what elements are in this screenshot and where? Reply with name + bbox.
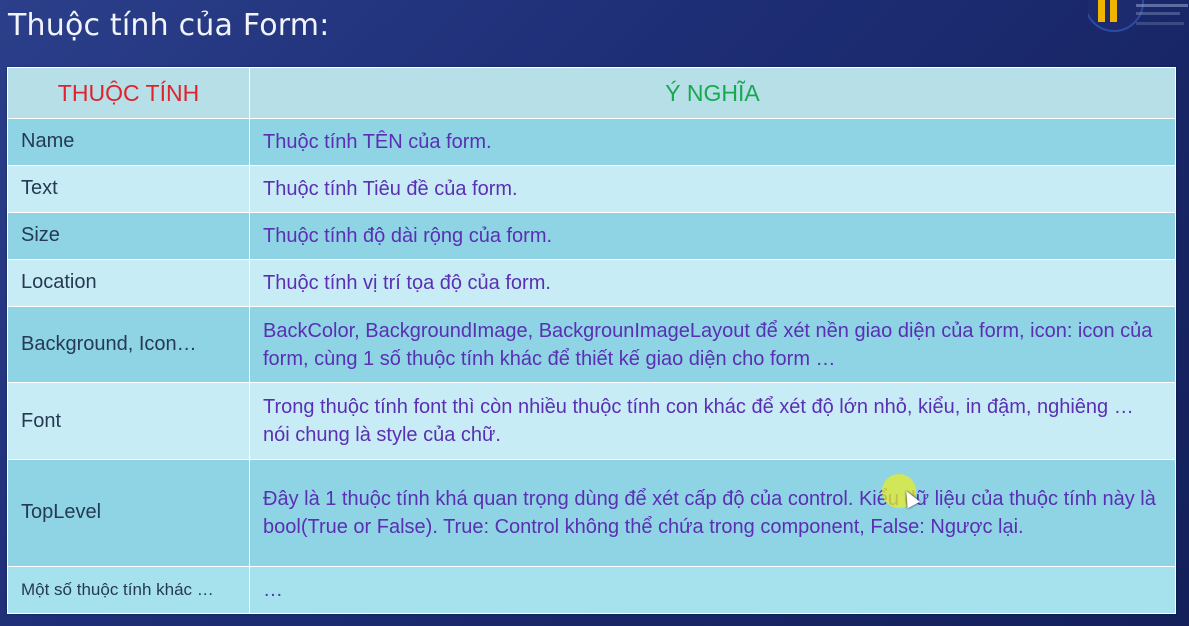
meaning-cell: Thuộc tính độ dài rộng của form.	[249, 211, 1176, 260]
table-row: Font Trong thuộc tính font thì còn nhiều…	[7, 382, 1176, 460]
property-cell: Một số thuộc tính khác …	[7, 565, 250, 615]
table-row: Text Thuộc tính Tiêu đề của form.	[7, 164, 1176, 213]
meaning-cell: …	[249, 565, 1176, 615]
meaning-cell: Thuộc tính TÊN của form.	[249, 118, 1176, 166]
table-row: Size Thuộc tính độ dài rộng của form.	[7, 211, 1176, 260]
table-row: Một số thuộc tính khác … …	[7, 565, 1176, 615]
slide-title: Thuộc tính của Form:	[8, 8, 330, 43]
meaning-cell: Đây là 1 thuộc tính khá quan trọng dùng …	[249, 458, 1176, 567]
property-cell: Background, Icon…	[7, 305, 250, 384]
table-row: TopLevel Đây là 1 thuộc tính khá quan tr…	[7, 458, 1176, 567]
table-row: Location Thuộc tính vị trí tọa độ của fo…	[7, 258, 1176, 307]
property-cell: Location	[7, 258, 250, 307]
meaning-cell: Trong thuộc tính font thì còn nhiều thuộ…	[249, 382, 1176, 460]
table-row: Background, Icon… BackColor, BackgroundI…	[7, 305, 1176, 384]
meaning-cell: Thuộc tính vị trí tọa độ của form.	[249, 258, 1176, 307]
properties-table: THUỘC TÍNH Ý NGHĨA Name Thuộc tính TÊN c…	[7, 67, 1176, 615]
table-header-row: THUỘC TÍNH Ý NGHĨA	[7, 67, 1176, 119]
meaning-cell: BackColor, BackgroundImage, BackgrounIma…	[249, 305, 1176, 384]
property-cell: Size	[7, 211, 250, 260]
property-cell: Text	[7, 164, 250, 213]
table-row: Name Thuộc tính TÊN của form.	[7, 118, 1176, 166]
header-meaning: Ý NGHĨA	[249, 67, 1176, 119]
meaning-cell: Thuộc tính Tiêu đề của form.	[249, 164, 1176, 213]
header-property: THUỘC TÍNH	[7, 67, 250, 119]
property-cell: Name	[7, 118, 250, 166]
property-cell: Font	[7, 382, 250, 460]
property-cell: TopLevel	[7, 458, 250, 567]
university-logo	[1088, 0, 1189, 36]
